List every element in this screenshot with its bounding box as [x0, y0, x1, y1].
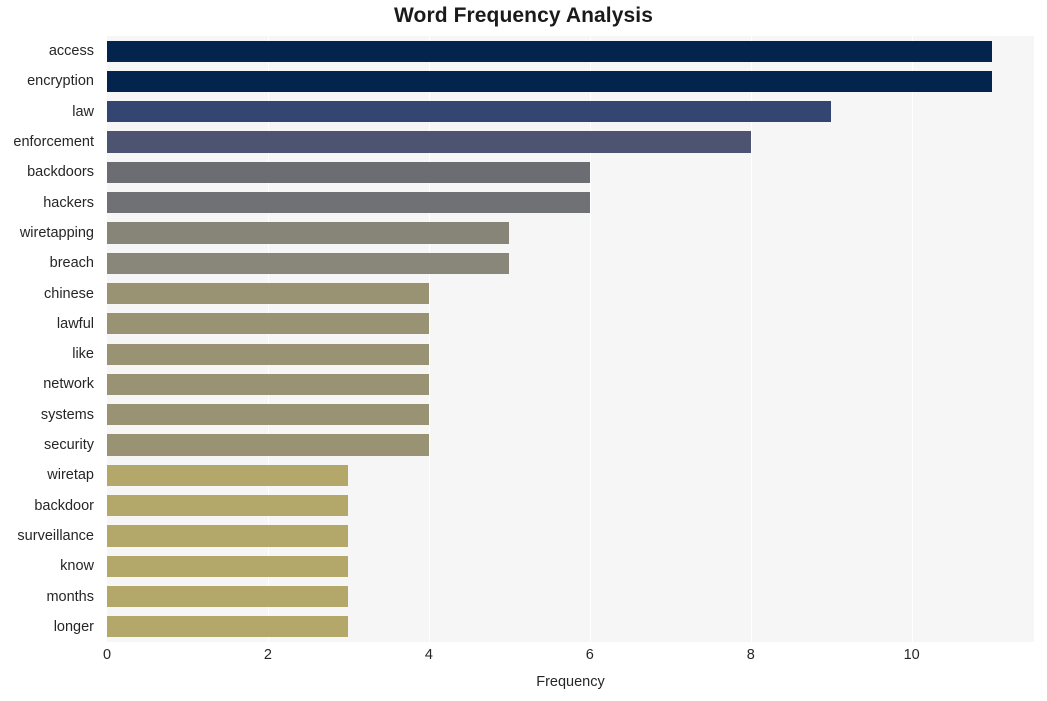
- bar-months[interactable]: [107, 585, 349, 608]
- y-tick-label-surveillance: surveillance: [17, 527, 94, 544]
- bar-backdoor[interactable]: [107, 495, 349, 517]
- y-tick-label-months: months: [46, 588, 94, 605]
- y-tick-label-law: law: [72, 103, 94, 120]
- bar-breach[interactable]: [107, 252, 510, 274]
- x-tick-label-8: 8: [746, 647, 755, 663]
- y-tick-label-backdoors: backdoors: [27, 164, 94, 181]
- bar-row: [107, 101, 1034, 123]
- bar-row: [107, 373, 1034, 396]
- bar-row: [107, 585, 1034, 608]
- bar-row: [107, 192, 1034, 214]
- word-frequency-chart-figure: Word Frequency Analysis access encryption…: [0, 0, 1047, 701]
- bar-row: [107, 40, 1034, 62]
- bar-row: [107, 495, 1034, 517]
- bar-row: [107, 616, 1034, 638]
- bar-know[interactable]: [107, 555, 349, 577]
- x-tick-label-4: 4: [424, 647, 433, 663]
- y-tick-label-backdoor: backdoor: [34, 497, 94, 514]
- x-axis-tick-labels: 0 2 4 6 8 10: [0, 648, 1047, 670]
- y-tick-label-hackers: hackers: [43, 194, 94, 211]
- bar-hackers[interactable]: [107, 192, 590, 214]
- y-tick-label-breach: breach: [49, 255, 94, 272]
- bar-law[interactable]: [107, 101, 832, 123]
- bar-longer[interactable]: [107, 616, 349, 638]
- bar-row: [107, 252, 1034, 274]
- y-tick-label-lawful: lawful: [56, 315, 94, 332]
- x-tick-label-6: 6: [585, 647, 594, 663]
- y-axis-tick-labels: access encryption law enforcement backdoors h…: [0, 36, 102, 642]
- x-tick-label-0: 0: [102, 647, 112, 663]
- bar-access[interactable]: [107, 40, 993, 62]
- y-tick-label-know: know: [60, 558, 94, 575]
- bar-chinese[interactable]: [107, 282, 429, 305]
- bar-row: [107, 282, 1034, 305]
- y-tick-label-network: network: [43, 376, 94, 393]
- bar-row: [107, 464, 1034, 486]
- bar-network[interactable]: [107, 373, 429, 396]
- y-tick-label-encryption: encryption: [27, 73, 94, 90]
- bar-like[interactable]: [107, 343, 429, 365]
- y-tick-label-like: like: [72, 346, 94, 363]
- bar-row: [107, 70, 1034, 93]
- x-tick-label-2: 2: [263, 647, 272, 663]
- bars-container: [107, 36, 1034, 642]
- bar-systems[interactable]: [107, 404, 429, 426]
- bar-row: [107, 525, 1034, 547]
- y-tick-label-chinese: chinese: [44, 285, 94, 302]
- y-tick-label-security: security: [44, 437, 94, 454]
- bar-row: [107, 404, 1034, 426]
- bar-row: [107, 434, 1034, 456]
- bar-row: [107, 161, 1034, 183]
- chart-title: Word Frequency Analysis: [393, 4, 654, 27]
- bar-row: [107, 313, 1034, 335]
- bar-wiretap[interactable]: [107, 464, 349, 486]
- bar-row: [107, 131, 1034, 153]
- bar-lawful[interactable]: [107, 313, 429, 335]
- x-axis-title: Frequency: [536, 674, 605, 690]
- y-tick-label-access: access: [48, 43, 94, 60]
- bar-row: [107, 222, 1034, 244]
- bar-surveillance[interactable]: [107, 525, 349, 547]
- y-tick-label-wiretapping: wiretapping: [19, 224, 94, 241]
- bar-security[interactable]: [107, 434, 429, 456]
- x-tick-label-10: 10: [903, 647, 920, 663]
- y-tick-label-enforcement: enforcement: [13, 134, 94, 151]
- y-tick-label-wiretap: wiretap: [47, 467, 94, 484]
- bar-backdoors[interactable]: [107, 161, 590, 183]
- bar-row: [107, 343, 1034, 365]
- y-tick-label-longer: longer: [53, 618, 94, 635]
- bar-enforcement[interactable]: [107, 131, 751, 153]
- bar-wiretapping[interactable]: [107, 222, 510, 244]
- plot-area: [107, 36, 1034, 642]
- bar-row: [107, 555, 1034, 577]
- bar-encryption[interactable]: [107, 70, 993, 93]
- y-tick-label-systems: systems: [40, 406, 94, 423]
